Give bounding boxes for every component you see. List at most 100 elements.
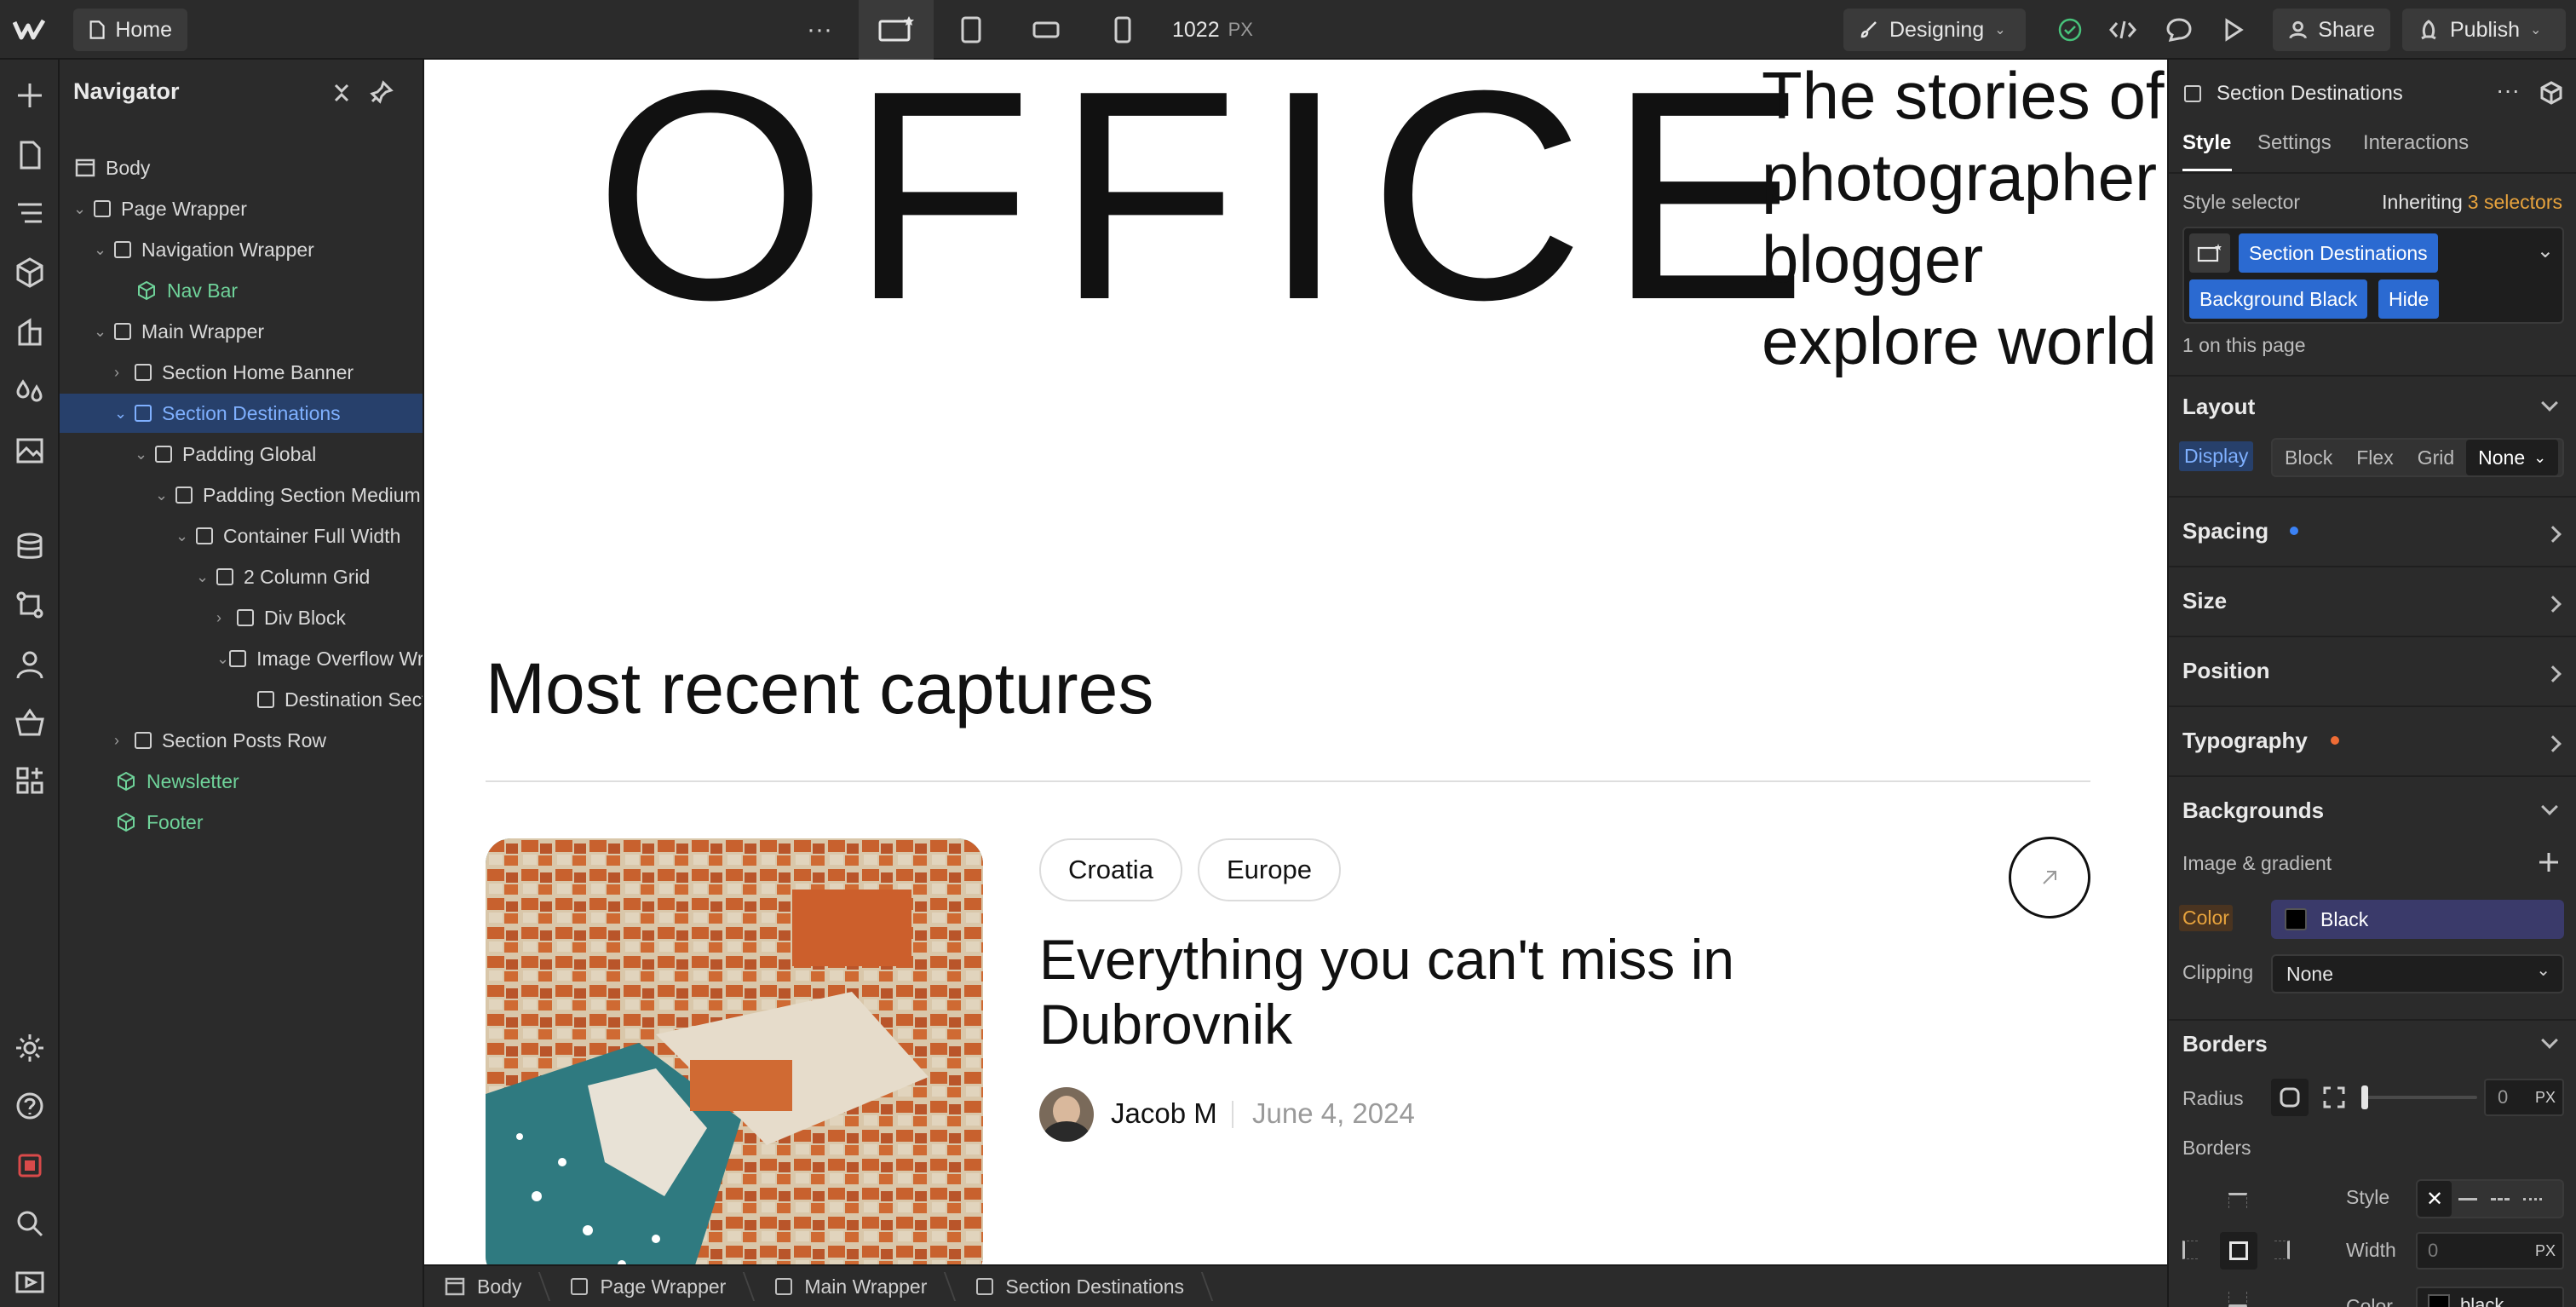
border-all-selector[interactable] xyxy=(2220,1232,2257,1270)
mobile-landscape-breakpoint-button[interactable] xyxy=(1029,14,1063,46)
hero-text[interactable]: The stories of photographer blogger expl… xyxy=(1762,60,2167,382)
chevron-down-icon[interactable] xyxy=(2541,394,2558,412)
navigator-icon[interactable] xyxy=(13,196,47,230)
navigator-item-section-posts-row[interactable]: › Section Posts Row xyxy=(60,721,423,760)
design-canvas[interactable]: OFFICE The stories of photographer blogg… xyxy=(424,60,2167,1264)
post-title[interactable]: Everything you can't miss in Dubrovnik xyxy=(1039,927,1806,1057)
border-width-input[interactable]: 0 PX xyxy=(2416,1232,2564,1270)
background-color-field[interactable]: Black xyxy=(2271,900,2564,939)
chevron-right-icon[interactable] xyxy=(2544,596,2562,613)
chevron-down-icon[interactable]: ⌄ xyxy=(135,446,155,463)
close-icon[interactable]: ✕ xyxy=(2418,1181,2452,1217)
style-selectors-icon[interactable] xyxy=(13,315,47,349)
display-label[interactable]: Display xyxy=(2179,441,2254,471)
chevron-down-icon[interactable]: ⌄ xyxy=(114,405,135,423)
clipping-select[interactable]: None ⌄ xyxy=(2271,954,2564,993)
users-icon[interactable] xyxy=(13,648,47,682)
variables-drops-icon[interactable] xyxy=(13,375,47,409)
hero-word[interactable]: OFFICE xyxy=(595,60,1831,345)
display-option-grid[interactable]: Grid xyxy=(2406,440,2466,475)
open-post-button[interactable] xyxy=(2009,837,2090,918)
collapse-all-icon[interactable] xyxy=(331,82,353,104)
breadcrumb-item-section-destinations[interactable]: Section Destinations xyxy=(956,1265,1213,1307)
tab-settings[interactable]: Settings xyxy=(2257,131,2332,155)
chevron-down-icon[interactable]: ⌄ xyxy=(73,200,94,218)
selector-state-button[interactable] xyxy=(2189,233,2230,273)
pages-icon[interactable] xyxy=(13,138,47,172)
webflow-logo-icon[interactable] xyxy=(12,14,46,46)
radius-slider-track[interactable] xyxy=(2361,1096,2477,1099)
chevron-down-icon[interactable]: ⌄ xyxy=(216,650,229,668)
logic-flow-icon[interactable] xyxy=(13,588,47,622)
code-icon[interactable] xyxy=(2104,14,2142,46)
navigator-item-section-destinations[interactable]: ⌄ Section Destinations xyxy=(60,394,423,433)
border-solid-icon[interactable] xyxy=(2452,1181,2484,1217)
chevron-down-icon[interactable]: ⌄ xyxy=(94,241,114,259)
selector-chip-section-destinations[interactable]: Section Destinations xyxy=(2239,233,2438,273)
settings-gear-icon[interactable] xyxy=(13,1031,47,1065)
chevron-right-icon[interactable] xyxy=(2544,735,2562,752)
ecommerce-basket-icon[interactable] xyxy=(13,705,47,740)
more-options-icon[interactable]: ··· xyxy=(2496,77,2520,104)
size-section-title[interactable]: Size xyxy=(2182,588,2227,614)
tag-europe[interactable]: Europe xyxy=(1198,838,1341,901)
navigator-item-padding-section-medium[interactable]: ⌄ Padding Section Medium xyxy=(60,475,423,515)
preview-play-icon[interactable] xyxy=(2217,14,2251,46)
selector-chip-hide[interactable]: Hide xyxy=(2378,279,2440,319)
chevron-down-icon[interactable]: ⌄ xyxy=(175,527,196,545)
navigator-item-main-wrapper[interactable]: ⌄ Main Wrapper xyxy=(60,312,423,351)
add-background-icon[interactable] xyxy=(2537,850,2561,874)
chevron-down-icon[interactable]: ⌄ xyxy=(155,487,175,504)
navigator-item-padding-global[interactable]: ⌄ Padding Global xyxy=(60,435,423,474)
record-stop-icon[interactable] xyxy=(13,1149,47,1183)
components-icon[interactable] xyxy=(13,256,47,290)
border-bottom-selector[interactable] xyxy=(2228,1292,2247,1307)
status-check-icon[interactable] xyxy=(2053,14,2087,46)
tab-style[interactable]: Style xyxy=(2182,131,2231,155)
border-dotted-icon[interactable] xyxy=(2516,1181,2549,1217)
mobile-portrait-breakpoint-button[interactable] xyxy=(1106,14,1140,46)
navigator-item-2-column-grid[interactable]: ⌄ 2 Column Grid xyxy=(60,557,423,596)
display-segmented-control[interactable]: Block Flex Grid None ⌄ xyxy=(2271,438,2564,477)
navigator-item-navigation-wrapper[interactable]: ⌄ Navigation Wrapper xyxy=(60,230,423,269)
border-left-selector[interactable] xyxy=(2182,1241,2198,1259)
border-style-segmented-control[interactable]: ✕ xyxy=(2416,1179,2564,1218)
navigator-item-image-overflow-wrapper[interactable]: ⌄ Image Overflow Wrapper xyxy=(60,639,423,678)
navigator-item-newsletter[interactable]: Newsletter xyxy=(60,762,423,801)
navigator-item-nav-bar[interactable]: Nav Bar xyxy=(60,271,423,310)
navigator-item-div-block[interactable]: › Div Block xyxy=(60,598,423,637)
spacing-section-title[interactable]: Spacing xyxy=(2182,518,2268,544)
component-create-icon[interactable] xyxy=(2539,80,2564,106)
apps-icon[interactable] xyxy=(13,763,47,797)
display-select[interactable]: None ⌄ xyxy=(2466,440,2559,475)
borders-section-title[interactable]: Borders xyxy=(2182,1031,2268,1057)
add-elements-icon[interactable] xyxy=(13,78,47,112)
backgrounds-section-title[interactable]: Backgrounds xyxy=(2182,797,2324,824)
video-tutorials-icon[interactable] xyxy=(13,1264,47,1298)
section-heading[interactable]: Most recent captures xyxy=(486,648,1153,730)
chevron-down-icon[interactable] xyxy=(2541,798,2558,815)
inheriting-info[interactable]: Inheriting 3 selectors xyxy=(2382,191,2562,214)
post-image[interactable] xyxy=(486,838,983,1264)
chevron-right-icon[interactable] xyxy=(2544,665,2562,682)
selector-chip-background-black[interactable]: Background Black xyxy=(2189,279,2368,319)
search-icon[interactable] xyxy=(13,1206,47,1241)
radius-input[interactable]: 0 PX xyxy=(2484,1079,2564,1116)
chevron-down-icon[interactable] xyxy=(2541,1032,2558,1049)
position-section-title[interactable]: Position xyxy=(2182,658,2270,684)
author-name[interactable]: Jacob M xyxy=(1111,1097,1217,1130)
border-color-field[interactable]: black xyxy=(2416,1287,2564,1307)
help-icon[interactable] xyxy=(13,1089,47,1123)
radius-all-corners-button[interactable] xyxy=(2271,1079,2309,1116)
navigator-item-destination-section[interactable]: Destination Section xyxy=(60,680,423,719)
assets-image-icon[interactable] xyxy=(13,433,47,467)
navigator-item-body[interactable]: Body xyxy=(60,148,423,187)
typography-section-title[interactable]: Typography xyxy=(2182,728,2308,754)
chevron-right-icon[interactable]: › xyxy=(114,732,135,750)
tag-croatia[interactable]: Croatia xyxy=(1039,838,1182,901)
navigator-item-container-full-width[interactable]: ⌄ Container Full Width xyxy=(60,516,423,556)
display-option-flex[interactable]: Flex xyxy=(2344,440,2405,475)
display-option-block[interactable]: Block xyxy=(2273,440,2344,475)
border-dashed-icon[interactable] xyxy=(2484,1181,2516,1217)
breadcrumb-item-main-wrapper[interactable]: Main Wrapper xyxy=(755,1265,956,1307)
